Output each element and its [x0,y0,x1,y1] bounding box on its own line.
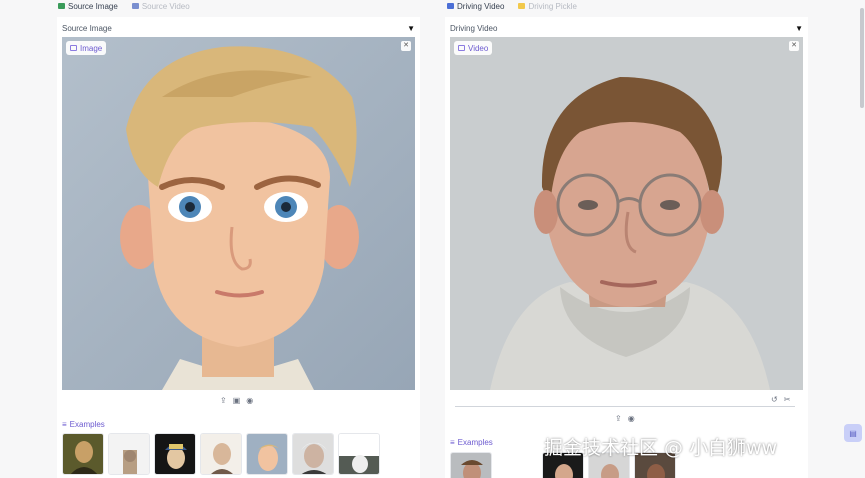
tab-source-video[interactable]: Source Video [131,1,190,11]
divider [455,406,795,407]
folder-icon [518,3,526,9]
paste-icon[interactable]: ▣ [233,396,241,405]
source-image-toolbar: ⇪ ▣ ◉ [220,396,253,405]
example-thumbnail[interactable] [200,433,242,475]
tab-label: Source Video [141,1,190,11]
webcam-icon[interactable]: ◉ [246,396,253,405]
source-examples-gallery [62,433,380,475]
upload-icon[interactable]: ⇪ [220,396,227,405]
tab-driving-video[interactable]: Driving Video [447,2,504,11]
list-icon: ≡ [62,420,67,429]
chat-icon[interactable]: ▤ [844,424,862,442]
examples-header: ≡ Examples [62,420,105,429]
tab-label: Driving Pickle [528,1,577,11]
tab-source-image[interactable]: Source Image [58,2,118,11]
example-image [247,434,287,474]
upload-icon[interactable]: ⇪ [615,414,622,423]
driving-video-panel: Driving Video ▼ Video ✕ ↺ ✂ ⇪ ◉ ≡ Exampl… [445,17,808,478]
panel-title: Source Image [62,23,112,33]
examples-header: ≡ Examples [450,438,493,447]
driving-tabbar: Driving Video Driving Pickle [447,0,577,12]
image-icon [58,3,65,9]
example-thumbnail[interactable] [246,433,288,475]
video-edit-toolbar: ↺ ✂ [771,395,790,404]
example-thumbnail[interactable] [62,433,104,475]
example-image [201,434,241,474]
source-portrait-image [62,37,415,390]
example-thumbnail[interactable] [338,433,380,475]
example-image [293,434,333,474]
video-icon [131,3,139,9]
tab-label: Source Image [68,1,118,11]
collapse-icon[interactable]: ▼ [407,24,415,33]
example-image [339,434,379,474]
collapse-icon[interactable]: ▼ [795,24,803,33]
image-badge: Image [66,41,107,55]
driving-video-player[interactable]: Video ✕ [450,37,803,390]
video-icon [447,3,454,9]
image-icon [70,45,77,51]
examples-label: Examples [69,420,105,429]
source-image-panel: Source Image ▼ Image ✕ ⇪ ▣ ◉ ≡ Examples [57,17,420,478]
panel-title: Driving Video [450,23,498,33]
video-badge: Video [454,41,493,55]
example-thumbnail[interactable] [496,452,538,478]
badge-label: Video [468,43,489,53]
source-image-viewer[interactable]: Image ✕ [62,37,415,390]
example-thumbnail[interactable] [450,452,492,478]
source-tabbar: Source Image Source Video [58,0,190,12]
app-root: Source Image Source Video Driving Video … [0,0,865,478]
page-scrollbar[interactable] [860,8,864,108]
example-thumbnail[interactable] [108,433,150,475]
tab-driving-pickle[interactable]: Driving Pickle [518,1,577,11]
close-icon[interactable]: ✕ [789,41,799,51]
example-thumbnail[interactable] [292,433,334,475]
panel-header: Driving Video ▼ [450,22,803,34]
example-thumbnail[interactable] [154,433,196,475]
panel-header: Source Image ▼ [62,22,415,34]
undo-icon[interactable]: ↺ [771,395,778,404]
example-image [63,434,103,474]
webcam-icon[interactable]: ◉ [628,414,635,423]
badge-label: Image [80,43,103,53]
example-image [109,434,149,474]
example-image [155,434,195,474]
list-icon: ≡ [450,438,455,447]
example-image [451,453,491,478]
video-icon [458,45,465,51]
scissors-icon[interactable]: ✂ [784,395,791,404]
close-icon[interactable]: ✕ [401,41,411,51]
driving-video-toolbar: ⇪ ◉ [615,414,635,423]
tab-label: Driving Video [457,1,505,11]
examples-label: Examples [457,438,493,447]
watermark-text: 掘金技术社区 @ 小白狮ww [544,437,778,459]
driving-video-frame [450,37,803,390]
